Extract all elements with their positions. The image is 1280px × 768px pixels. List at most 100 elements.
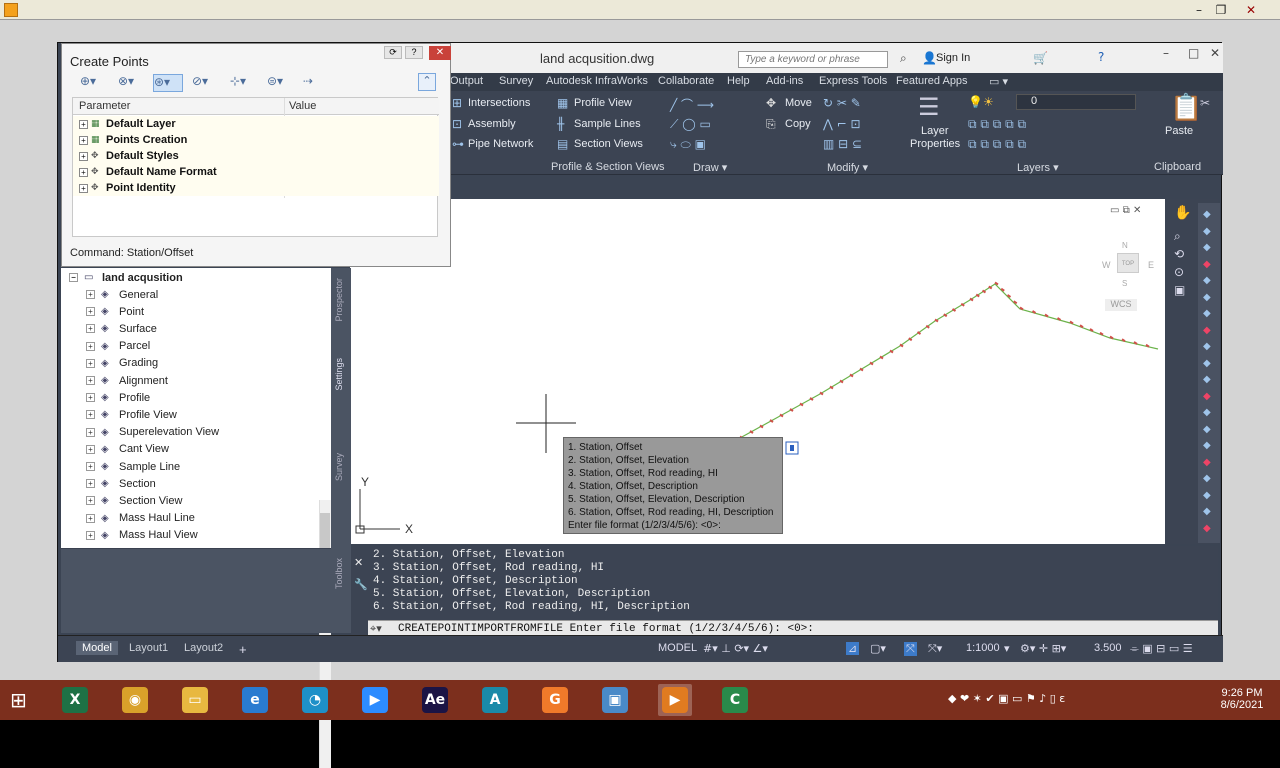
section-views-button[interactable]: Section Views: [574, 138, 643, 150]
table-row[interactable]: + ▦ Default Layer: [73, 116, 439, 132]
ortho-icon[interactable]: ⊿: [846, 642, 860, 655]
slope-tool-icon[interactable]: ⊜▾: [267, 74, 297, 92]
osnap-icon[interactable]: ▢▾: [870, 642, 886, 655]
command-input[interactable]: CREATEPOINTIMPORTFROMFILE Enter file for…: [398, 623, 814, 635]
layers-panel-label[interactable]: Layers ▾: [1017, 161, 1059, 174]
restore-icon[interactable]: ❐: [1210, 2, 1232, 18]
profile-section-panel-label[interactable]: Profile & Section Views: [551, 161, 665, 173]
prompt-option[interactable]: 2. Station, Offset, Elevation: [568, 454, 778, 467]
add-layout-icon[interactable]: +: [239, 642, 247, 657]
arc-icon[interactable]: ⤷ ⬭ ▣: [670, 137, 706, 152]
palette-tool-icon[interactable]: ◆: [1203, 242, 1211, 253]
table-row[interactable]: + ✥ Default Styles: [73, 148, 439, 164]
rotate-icon[interactable]: ↻ ✂ ✎: [823, 96, 861, 110]
layer-dropdown[interactable]: 0: [1016, 94, 1136, 110]
layer-tools-row2-icon[interactable]: ⧉ ⧉ ⧉ ⧉ ⧉: [968, 137, 1026, 152]
lightbulb-icon[interactable]: 💡☀: [968, 95, 994, 109]
tree-item-general[interactable]: + ◈ General: [86, 286, 158, 303]
search-input[interactable]: Type a keyword or phrase: [738, 51, 888, 68]
orbit-icon[interactable]: ⟲: [1174, 247, 1184, 261]
cart-icon[interactable]: 🛒: [1033, 51, 1048, 65]
tree-item-mass-haul-view[interactable]: + ◈ Mass Haul View: [86, 527, 198, 544]
palette-tool-icon[interactable]: ◆: [1203, 259, 1211, 270]
maximize-window-icon[interactable]: □: [1188, 46, 1199, 60]
close-icon[interactable]: ✕: [1240, 2, 1262, 18]
palette-tool-icon[interactable]: ◆: [1203, 374, 1211, 385]
palette-tool-icon[interactable]: ◆: [1203, 358, 1211, 369]
palette-tool-icon[interactable]: ◆: [1203, 292, 1211, 303]
prompt-option[interactable]: 3. Station, Offset, Rod reading, HI: [568, 467, 778, 480]
tab-collaborate[interactable]: Collaborate: [658, 75, 714, 87]
palette-tool-icon[interactable]: ◆: [1203, 506, 1211, 517]
tab-express-tools[interactable]: Express Tools: [819, 75, 887, 87]
taskbar-app-zoom[interactable]: ▶: [358, 684, 392, 716]
copy-button[interactable]: Copy: [785, 118, 811, 130]
dialog-help-icon[interactable]: ?: [405, 46, 423, 59]
taskbar-app-after-effects[interactable]: Ae: [418, 684, 452, 716]
intersection-tool-icon[interactable]: ⊗▾: [118, 74, 148, 92]
annotation-visibility-icon[interactable]: ⤧▾: [928, 642, 942, 656]
layer-tools-icon[interactable]: ⧉ ⧉ ⧉ ⧉ ⧉: [968, 117, 1026, 132]
taskbar-app-chrome[interactable]: ◉: [118, 684, 152, 716]
annotation-icon[interactable]: ⤧: [904, 642, 917, 656]
scale-dropdown-icon[interactable]: ▾: [1004, 642, 1010, 655]
alignment-tool-icon[interactable]: ⊛▾: [153, 74, 183, 92]
prompt-option[interactable]: 6. Station, Offset, Rod reading, HI, Des…: [568, 506, 778, 519]
sign-in-link[interactable]: Sign In: [936, 52, 970, 64]
tree-item-profile-view[interactable]: + ◈ Profile View: [86, 406, 177, 423]
status-tools-icon[interactable]: ⌯ ▣ ⊟ ▭ ☰: [1130, 642, 1193, 656]
surface-tool-icon[interactable]: ⊘▾: [192, 74, 222, 92]
tab-layout2[interactable]: Layout2: [178, 641, 229, 655]
table-row[interactable]: + ▦ Points Creation: [73, 132, 439, 148]
command-close-icon[interactable]: ✕: [354, 556, 363, 569]
showmotion-icon[interactable]: ▣: [1174, 283, 1185, 297]
tree-item-cant-view[interactable]: + ◈ Cant View: [86, 441, 169, 458]
tab-help[interactable]: Help: [727, 75, 750, 87]
tree-root[interactable]: − ▭ land acqusition: [69, 269, 183, 286]
tray-icons[interactable]: ◆ ❤ ✶ ✔ ▣ ▭ ⚑ ♪ ▯ ε: [948, 692, 1065, 705]
taskbar-app-edge[interactable]: ◔: [298, 684, 332, 716]
tree-item-parcel[interactable]: + ◈ Parcel: [86, 338, 150, 355]
expand-dialog-icon[interactable]: ⌃: [418, 73, 436, 91]
wcs-menu[interactable]: WCS: [1105, 299, 1137, 311]
tab-infraworks[interactable]: Autodesk InfraWorks: [546, 75, 648, 87]
tab-survey[interactable]: Survey: [499, 75, 533, 87]
minimize-window-icon[interactable]: –: [1163, 46, 1169, 60]
minimize-icon[interactable]: –: [1188, 2, 1210, 18]
polyline-icon[interactable]: ⟋ ◯ ▭: [670, 117, 711, 132]
dynamic-input-prompt[interactable]: 1. Station, Offset 2. Station, Offset, El…: [563, 437, 783, 534]
layer-properties-label-1[interactable]: Layer: [921, 125, 949, 137]
points-tool-icon[interactable]: ⊕▾: [80, 74, 110, 92]
tab-survey[interactable]: Survey: [334, 453, 344, 481]
line-icon[interactable]: ╱ ⌒ ⟶: [670, 96, 714, 113]
tree-item-section-view[interactable]: + ◈ Section View: [86, 492, 182, 509]
grid-icon[interactable]: #▾ ⊥ ⟳▾ ∠▾: [703, 642, 768, 655]
tab-toolbox[interactable]: Toolbox: [334, 558, 344, 589]
steering-wheel-icon[interactable]: ⊙: [1174, 265, 1184, 279]
tree-item-alignment[interactable]: + ◈ Alignment: [86, 372, 168, 389]
paste-icon[interactable]: 📋: [1170, 93, 1202, 123]
taskbar-clock[interactable]: 9:26 PM 8/6/2021: [1212, 687, 1272, 711]
mirror-icon[interactable]: ⋀ ⌐ ⊡: [823, 117, 861, 131]
pipe-network-button[interactable]: Pipe Network: [468, 138, 533, 150]
model-space-toggle[interactable]: MODEL: [658, 642, 697, 654]
taskbar-app-edge-legacy[interactable]: e: [238, 684, 272, 716]
profile-view-button[interactable]: Profile View: [574, 97, 632, 109]
palette-tool-icon[interactable]: ◆: [1203, 407, 1211, 418]
close-window-icon[interactable]: ✕: [1210, 46, 1220, 60]
tree-item-grading[interactable]: + ◈ Grading: [86, 355, 158, 372]
tree-item-profile[interactable]: + ◈ Profile: [86, 389, 150, 406]
palette-tool-icon[interactable]: ◆: [1203, 275, 1211, 286]
tree-item-sample-line[interactable]: + ◈ Sample Line: [86, 458, 180, 475]
taskbar-app-excel[interactable]: X: [58, 684, 92, 716]
dialog-pin-icon[interactable]: ⟳: [384, 46, 402, 59]
palette-tool-icon[interactable]: ◆: [1203, 325, 1211, 336]
palette-tool-icon[interactable]: ◆: [1203, 457, 1211, 468]
gear-icon[interactable]: ⚙▾ ✛ ⊞▾: [1020, 642, 1066, 655]
viewcube[interactable]: N W TOP E S WCS: [1100, 239, 1160, 319]
prompt-option[interactable]: 5. Station, Offset, Elevation, Descripti…: [568, 493, 778, 506]
table-row[interactable]: + ✥ Point Identity: [73, 180, 439, 196]
paste-button[interactable]: Paste: [1165, 125, 1193, 137]
layer-properties-label-2[interactable]: Properties: [910, 138, 960, 150]
help-icon[interactable]: ?: [1098, 50, 1104, 64]
